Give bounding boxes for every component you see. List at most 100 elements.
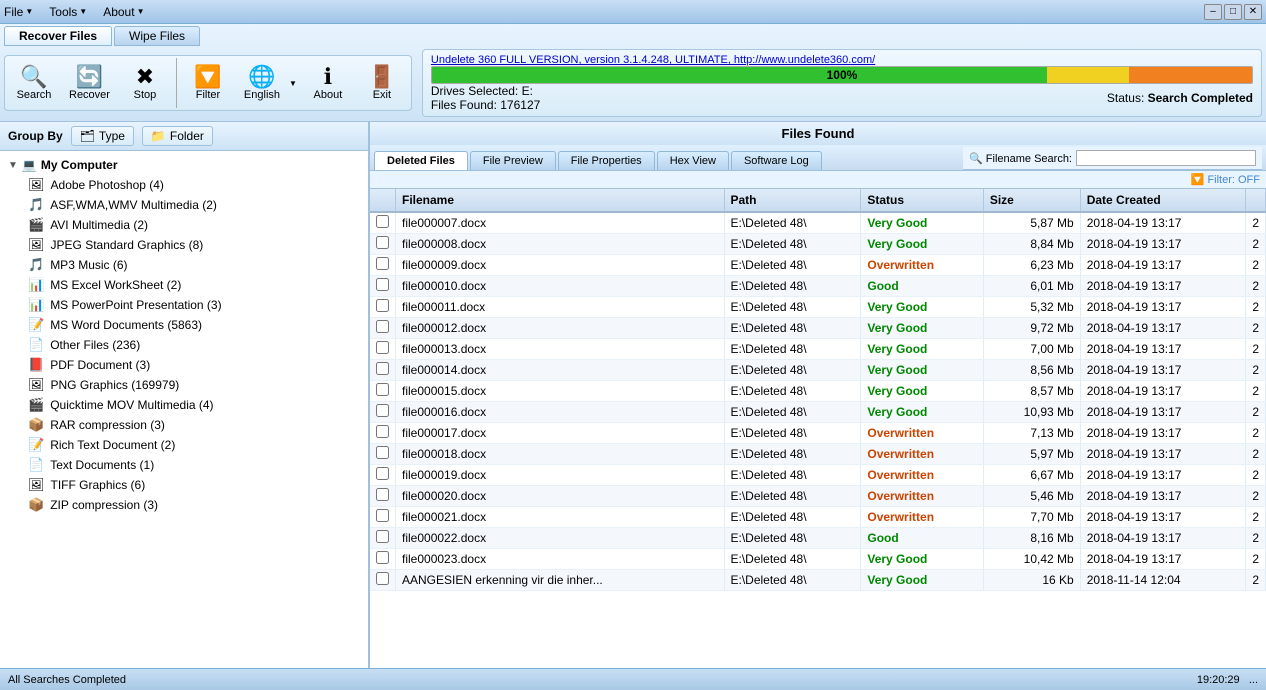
tree-item[interactable]: 🎬AVI Multimedia (2) bbox=[0, 215, 368, 235]
tree-item[interactable]: 📊MS Excel WorkSheet (2) bbox=[0, 275, 368, 295]
row-checkbox[interactable] bbox=[376, 278, 389, 291]
tab-wipe-files[interactable]: Wipe Files bbox=[114, 26, 200, 46]
stop-button[interactable]: ✖ Stop bbox=[120, 64, 170, 103]
table-row[interactable]: file000020.docx E:\Deleted 48\ Overwritt… bbox=[370, 486, 1266, 507]
row-date: 2018-04-19 13:17 bbox=[1080, 528, 1246, 549]
tab-file-preview[interactable]: File Preview bbox=[470, 151, 556, 170]
row-size: 5,87 Mb bbox=[983, 212, 1080, 234]
table-row[interactable]: file000008.docx E:\Deleted 48\ Very Good… bbox=[370, 234, 1266, 255]
tree-item[interactable]: 🖼PNG Graphics (169979) bbox=[0, 375, 368, 395]
tree-item[interactable]: 🎬Quicktime MOV Multimedia (4) bbox=[0, 395, 368, 415]
filename-search-input[interactable] bbox=[1076, 150, 1256, 166]
row-filename: file000018.docx bbox=[396, 444, 725, 465]
about-button[interactable]: ℹ About bbox=[303, 64, 353, 103]
language-button-group[interactable]: 🌐 English ▼ bbox=[237, 64, 299, 103]
menu-about[interactable]: About ▼ bbox=[103, 5, 144, 19]
exit-button[interactable]: 🚪 Exit bbox=[357, 64, 407, 103]
tree-item[interactable]: 📕PDF Document (3) bbox=[0, 355, 368, 375]
col-filename[interactable]: Filename bbox=[396, 189, 725, 212]
table-row[interactable]: file000013.docx E:\Deleted 48\ Very Good… bbox=[370, 339, 1266, 360]
table-row[interactable]: file000021.docx E:\Deleted 48\ Overwritt… bbox=[370, 507, 1266, 528]
tree-item[interactable]: 📝Rich Text Document (2) bbox=[0, 435, 368, 455]
tree-item[interactable]: 🖼TIFF Graphics (6) bbox=[0, 475, 368, 495]
tab-recover-files[interactable]: Recover Files bbox=[4, 26, 112, 46]
table-row[interactable]: file000014.docx E:\Deleted 48\ Very Good… bbox=[370, 360, 1266, 381]
table-row[interactable]: file000016.docx E:\Deleted 48\ Very Good… bbox=[370, 402, 1266, 423]
table-row[interactable]: file000017.docx E:\Deleted 48\ Overwritt… bbox=[370, 423, 1266, 444]
tree-item[interactable]: 🎵ASF,WMA,WMV Multimedia (2) bbox=[0, 195, 368, 215]
tree-item[interactable]: 🎵MP3 Music (6) bbox=[0, 255, 368, 275]
search-button[interactable]: 🔍 Search bbox=[9, 64, 59, 103]
tree-item-label: MS Excel WorkSheet (2) bbox=[50, 278, 181, 292]
col-checkbox[interactable] bbox=[370, 189, 396, 212]
filter-button[interactable]: 🔽 Filter bbox=[183, 64, 233, 103]
row-filename: file000021.docx bbox=[396, 507, 725, 528]
language-arrow[interactable]: ▼ bbox=[287, 79, 299, 88]
table-row[interactable]: file000022.docx E:\Deleted 48\ Good 8,16… bbox=[370, 528, 1266, 549]
col-date-created[interactable]: Date Created bbox=[1080, 189, 1246, 212]
col-size[interactable]: Size bbox=[983, 189, 1080, 212]
row-checkbox[interactable] bbox=[376, 299, 389, 312]
table-row[interactable]: file000011.docx E:\Deleted 48\ Very Good… bbox=[370, 297, 1266, 318]
tree-item[interactable]: 🖼Adobe Photoshop (4) bbox=[0, 175, 368, 195]
row-checkbox[interactable] bbox=[376, 257, 389, 270]
table-row[interactable]: file000007.docx E:\Deleted 48\ Very Good… bbox=[370, 212, 1266, 234]
col-path[interactable]: Path bbox=[724, 189, 861, 212]
table-row[interactable]: file000015.docx E:\Deleted 48\ Very Good… bbox=[370, 381, 1266, 402]
tab-file-properties[interactable]: File Properties bbox=[558, 151, 655, 170]
minimize-button[interactable]: – bbox=[1204, 4, 1222, 20]
tree-item[interactable]: 📦ZIP compression (3) bbox=[0, 495, 368, 515]
row-extra: 2 bbox=[1246, 402, 1266, 423]
row-checkbox[interactable] bbox=[376, 383, 389, 396]
row-checkbox[interactable] bbox=[376, 362, 389, 375]
row-checkbox[interactable] bbox=[376, 341, 389, 354]
filter-icon: 🔽 bbox=[194, 66, 221, 88]
menu-tools[interactable]: Tools ▼ bbox=[49, 5, 87, 19]
group-by-folder-button[interactable]: 📁 Folder bbox=[142, 126, 213, 146]
row-path: E:\Deleted 48\ bbox=[724, 255, 861, 276]
tree-item[interactable]: 📦RAR compression (3) bbox=[0, 415, 368, 435]
tab-deleted-files[interactable]: Deleted Files bbox=[374, 151, 468, 170]
row-checkbox[interactable] bbox=[376, 530, 389, 543]
row-checkbox[interactable] bbox=[376, 236, 389, 249]
table-row[interactable]: file000009.docx E:\Deleted 48\ Overwritt… bbox=[370, 255, 1266, 276]
maximize-button[interactable]: □ bbox=[1224, 4, 1242, 20]
tree-item[interactable]: 📝MS Word Documents (5863) bbox=[0, 315, 368, 335]
recover-button[interactable]: 🔄 Recover bbox=[63, 64, 116, 103]
status-info-left: Drives Selected: E: Files Found: 176127 bbox=[431, 84, 540, 112]
tab-hex-view[interactable]: Hex View bbox=[657, 151, 729, 170]
row-checkbox[interactable] bbox=[376, 320, 389, 333]
version-link[interactable]: Undelete 360 FULL VERSION, version 3.1.4… bbox=[431, 54, 1253, 66]
table-row[interactable]: file000018.docx E:\Deleted 48\ Overwritt… bbox=[370, 444, 1266, 465]
row-checkbox[interactable] bbox=[376, 404, 389, 417]
table-row[interactable]: file000019.docx E:\Deleted 48\ Overwritt… bbox=[370, 465, 1266, 486]
row-size: 8,16 Mb bbox=[983, 528, 1080, 549]
menu-file[interactable]: File ▼ bbox=[4, 5, 33, 19]
language-button[interactable]: 🌐 English bbox=[237, 64, 287, 103]
row-checkbox[interactable] bbox=[376, 488, 389, 501]
col-status[interactable]: Status bbox=[861, 189, 983, 212]
tree-root-my-computer[interactable]: ▼ 💻 My Computer bbox=[0, 155, 368, 175]
tree-item[interactable]: 📄Text Documents (1) bbox=[0, 455, 368, 475]
row-path: E:\Deleted 48\ bbox=[724, 318, 861, 339]
row-status: Overwritten bbox=[861, 255, 983, 276]
row-checkbox[interactable] bbox=[376, 572, 389, 585]
close-button[interactable]: ✕ bbox=[1244, 4, 1262, 20]
row-extra: 2 bbox=[1246, 507, 1266, 528]
table-row[interactable]: AANGESIEN erkenning vir die inher... E:\… bbox=[370, 570, 1266, 591]
tree-item[interactable]: 📊MS PowerPoint Presentation (3) bbox=[0, 295, 368, 315]
table-row[interactable]: file000023.docx E:\Deleted 48\ Very Good… bbox=[370, 549, 1266, 570]
tree-item[interactable]: 📄Other Files (236) bbox=[0, 335, 368, 355]
row-checkbox[interactable] bbox=[376, 509, 389, 522]
row-checkbox[interactable] bbox=[376, 551, 389, 564]
tab-software-log[interactable]: Software Log bbox=[731, 151, 822, 170]
row-checkbox[interactable] bbox=[376, 425, 389, 438]
row-size: 8,56 Mb bbox=[983, 360, 1080, 381]
row-checkbox[interactable] bbox=[376, 467, 389, 480]
table-row[interactable]: file000012.docx E:\Deleted 48\ Very Good… bbox=[370, 318, 1266, 339]
group-by-type-button[interactable]: 🗂 Type bbox=[71, 126, 134, 146]
table-row[interactable]: file000010.docx E:\Deleted 48\ Good 6,01… bbox=[370, 276, 1266, 297]
row-checkbox[interactable] bbox=[376, 215, 389, 228]
row-checkbox[interactable] bbox=[376, 446, 389, 459]
tree-item[interactable]: 🖼JPEG Standard Graphics (8) bbox=[0, 235, 368, 255]
